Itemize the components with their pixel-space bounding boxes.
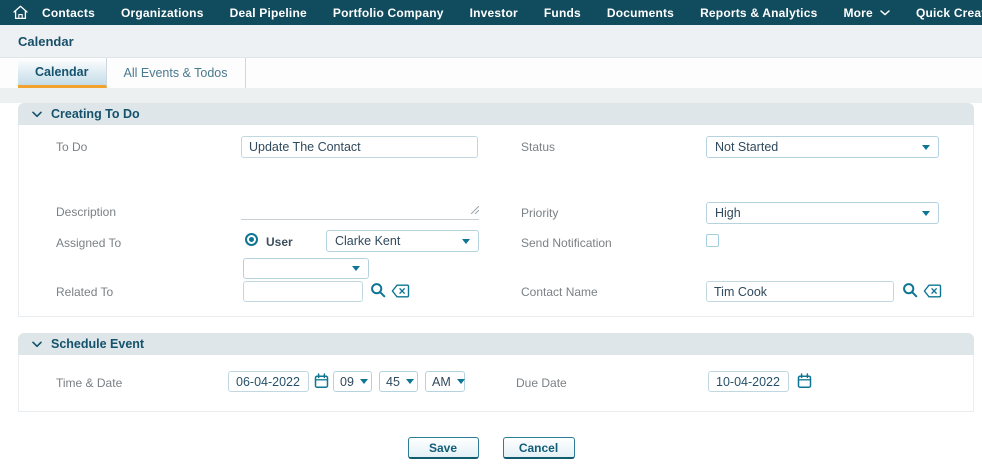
nav-item-contacts[interactable]: Contacts <box>29 0 108 25</box>
hour-select-value: 09 <box>340 375 354 389</box>
contact-name-input[interactable] <box>706 281 894 302</box>
tab-all-events-todos[interactable]: All Events & Todos <box>107 58 246 88</box>
nav-item-quick-create[interactable]: Quick Create <box>903 0 982 25</box>
page-header: Calendar <box>0 25 982 58</box>
cancel-button[interactable]: Cancel <box>503 437 575 459</box>
status-select[interactable]: Not Started <box>706 136 939 158</box>
section-title: Creating To Do <box>51 107 140 121</box>
priority-label: Priority <box>521 206 558 220</box>
minute-select[interactable]: 45 <box>379 371 418 392</box>
send-notification-checkbox[interactable] <box>706 234 719 247</box>
section-title: Schedule Event <box>51 337 144 351</box>
tab-bar: Calendar All Events & Todos <box>0 58 982 88</box>
meridiem-select[interactable]: AM <box>425 371 465 392</box>
meridiem-select-value: AM <box>432 375 451 389</box>
todo-label: To Do <box>56 140 87 154</box>
user-radio-label: User <box>266 235 293 249</box>
schedule-event-section: Schedule Event Time & Date 09 45 AM Due … <box>18 333 974 412</box>
start-date-input[interactable] <box>228 371 309 392</box>
search-icon <box>370 282 386 298</box>
related-to-type-select[interactable] <box>243 258 369 279</box>
contact-name-clear-button[interactable] <box>923 284 942 298</box>
schedule-event-section-header[interactable]: Schedule Event <box>18 333 974 355</box>
nav-item-investor[interactable]: Investor <box>457 0 531 25</box>
related-to-search-button[interactable] <box>370 282 386 298</box>
triangle-down-icon <box>360 379 368 384</box>
triangle-down-icon <box>922 211 930 216</box>
schedule-event-form: Time & Date 09 45 AM Due Date <box>18 355 974 412</box>
start-date-picker-button[interactable] <box>314 373 329 389</box>
calendar-icon <box>797 373 812 389</box>
creating-todo-form: To Do Status Not Started Description Pri… <box>18 125 974 317</box>
due-date-label: Due Date <box>516 376 567 390</box>
creating-todo-section-header[interactable]: Creating To Do <box>18 103 974 125</box>
nav-item-organizations[interactable]: Organizations <box>108 0 217 25</box>
triangle-down-icon <box>922 145 930 150</box>
nav-item-more-label: More <box>843 6 872 20</box>
time-date-label: Time & Date <box>56 376 122 390</box>
status-label: Status <box>521 140 555 154</box>
chevron-down-icon <box>880 10 890 16</box>
home-icon <box>12 5 29 20</box>
triangle-down-icon <box>406 379 414 384</box>
minute-select-value: 45 <box>386 375 400 389</box>
nav-item-portfolio-company[interactable]: Portfolio Company <box>320 0 457 25</box>
related-to-label: Related To <box>56 285 113 299</box>
backspace-clear-icon <box>923 284 942 298</box>
nav-item-quick-create-label: Quick Create <box>916 6 982 20</box>
tab-calendar[interactable]: Calendar <box>18 58 107 88</box>
save-button[interactable]: Save <box>408 437 479 459</box>
chevron-down-icon <box>32 341 42 348</box>
triangle-down-icon <box>352 266 360 271</box>
status-select-value: Not Started <box>715 140 778 154</box>
assignee-select[interactable]: Clarke Kent <box>326 230 479 252</box>
section-gap <box>0 317 982 333</box>
chevron-down-icon <box>32 111 42 118</box>
home-button[interactable] <box>12 0 29 25</box>
page-background-strip <box>0 88 982 103</box>
send-notification-label: Send Notification <box>521 236 612 250</box>
backspace-clear-icon <box>391 284 410 298</box>
priority-select[interactable]: High <box>706 202 939 224</box>
description-textarea[interactable] <box>241 199 479 220</box>
nav-item-documents[interactable]: Documents <box>594 0 687 25</box>
due-date-picker-button[interactable] <box>797 373 812 389</box>
search-icon <box>902 282 918 298</box>
triangle-down-icon <box>462 239 470 244</box>
form-actions: Save Cancel <box>0 437 982 459</box>
page-title: Calendar <box>18 34 74 49</box>
hour-select[interactable]: 09 <box>333 371 372 392</box>
contact-name-search-button[interactable] <box>902 282 918 298</box>
resize-grip-icon[interactable] <box>471 203 479 217</box>
due-date-input[interactable] <box>708 371 789 392</box>
calendar-icon <box>314 373 329 389</box>
assignee-select-value: Clarke Kent <box>335 234 400 248</box>
related-to-input[interactable] <box>243 281 363 302</box>
user-radio[interactable] <box>245 233 258 246</box>
description-label: Description <box>56 205 116 219</box>
triangle-down-icon <box>457 379 465 384</box>
creating-todo-section: Creating To Do To Do Status Not Started … <box>18 103 974 317</box>
top-navbar: Contacts Organizations Deal Pipeline Por… <box>0 0 982 25</box>
nav-item-funds[interactable]: Funds <box>531 0 594 25</box>
nav-item-reports-analytics[interactable]: Reports & Analytics <box>687 0 830 25</box>
todo-input[interactable] <box>241 136 478 158</box>
nav-item-deal-pipeline[interactable]: Deal Pipeline <box>217 0 320 25</box>
related-to-clear-button[interactable] <box>391 284 410 298</box>
nav-item-more[interactable]: More <box>830 0 902 25</box>
priority-select-value: High <box>715 206 741 220</box>
assigned-to-label: Assigned To <box>56 236 121 250</box>
contact-name-label: Contact Name <box>521 285 598 299</box>
